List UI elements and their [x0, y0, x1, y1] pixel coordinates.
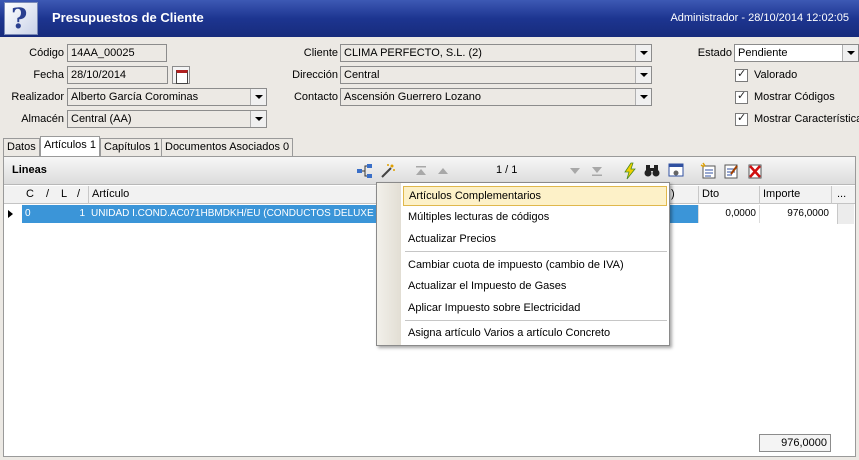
col-articulo[interactable]: Artículo: [92, 188, 129, 200]
window-settings-icon[interactable]: [667, 162, 685, 180]
estado-select[interactable]: Pendiente: [734, 44, 859, 62]
contacto-select[interactable]: Ascensión Guerrero Lozano: [340, 88, 652, 106]
menu-item-impuesto-gases[interactable]: Actualizar el Impuesto de Gases: [403, 276, 667, 296]
first-page-icon[interactable]: [412, 162, 430, 180]
magic-wand-icon[interactable]: [379, 162, 397, 180]
tree-structure-icon[interactable]: [356, 162, 374, 180]
page-indicator: 1 / 1: [496, 164, 518, 176]
row-c[interactable]: 0: [22, 205, 60, 223]
col-l[interactable]: L: [61, 188, 67, 200]
realizador-label: Realizador: [11, 91, 64, 103]
grid-scrollbar[interactable]: [837, 204, 854, 224]
chevron-down-icon[interactable]: [635, 45, 651, 61]
almacen-value: Central (AA): [71, 113, 132, 125]
mostrar-codigos-label: Mostrar Códigos: [754, 91, 835, 103]
direccion-select[interactable]: Central: [340, 66, 652, 84]
title-bar: ? Presupuestos de Cliente Administrador …: [0, 0, 859, 37]
almacen-select[interactable]: Central (AA): [67, 110, 267, 128]
chevron-down-icon[interactable]: [250, 89, 266, 105]
fecha-field[interactable]: 28/10/2014: [67, 66, 168, 84]
realizador-value: Alberto García Corominas: [71, 91, 199, 103]
chevron-down-icon[interactable]: [635, 67, 651, 83]
row-importe[interactable]: 976,0000: [759, 205, 832, 223]
mostrar-codigos-checkbox[interactable]: [735, 89, 748, 104]
col-dto[interactable]: Dto: [702, 188, 719, 200]
tab-capitulos[interactable]: Capítulos 1: [100, 138, 164, 156]
window-title: Presupuestos de Cliente: [52, 10, 204, 25]
mostrar-caracteristicas-label: Mostrar Características: [754, 113, 859, 125]
codigo-label: Código: [29, 47, 64, 59]
cliente-label: Cliente: [303, 47, 338, 59]
tab-articulos[interactable]: Artículos 1: [40, 136, 100, 156]
codigo-field[interactable]: 14AA_00025: [67, 44, 167, 62]
chevron-down-icon[interactable]: [635, 89, 651, 105]
calendar-icon[interactable]: [172, 66, 190, 84]
lines-title: Lineas: [12, 164, 47, 176]
tab-documentos-asociados[interactable]: Documentos Asociados 0: [161, 138, 294, 156]
col-importe[interactable]: Importe: [763, 188, 800, 200]
help-question-icon: ?: [4, 2, 38, 35]
contacto-value: Ascensión Guerrero Lozano: [344, 91, 481, 103]
delete-line-icon[interactable]: [746, 162, 764, 180]
cliente-select[interactable]: CLIMA PERFECTO, S.L. (2): [340, 44, 652, 62]
realizador-select[interactable]: Alberto García Corominas: [67, 88, 267, 106]
estado-label: Estado: [697, 47, 732, 59]
row-indicator-icon: [8, 210, 13, 218]
menu-item-actualizar-precios[interactable]: Actualizar Precios: [403, 229, 667, 249]
direccion-label: Dirección: [292, 69, 338, 81]
menu-item-asigna-articulo-varios[interactable]: Asigna artículo Varios a artículo Concre…: [403, 323, 667, 343]
contacto-label: Contacto: [293, 91, 338, 103]
row-dto[interactable]: 0,0000: [698, 205, 759, 223]
col-c-sort: /: [46, 188, 50, 200]
total-importe: 976,0000: [759, 434, 831, 452]
last-page-icon[interactable]: [588, 162, 606, 180]
almacen-label: Almacén: [21, 113, 64, 125]
menu-item-articulos-complementarios[interactable]: Artículos Complementarios: [403, 186, 667, 206]
user-date-status: Administrador - 28/10/2014 12:02:05: [670, 12, 849, 24]
fecha-label: Fecha: [33, 69, 64, 81]
lines-toolbar: Lineas 1 / 1: [4, 157, 855, 185]
estado-value: Pendiente: [738, 47, 788, 59]
new-line-icon[interactable]: [700, 162, 718, 180]
direccion-value: Central: [344, 69, 380, 81]
valorado-checkbox[interactable]: [735, 67, 748, 82]
cliente-value: CLIMA PERFECTO, S.L. (2): [344, 47, 482, 59]
row-hidden-cell: [676, 205, 698, 223]
menu-separator: [405, 320, 667, 321]
menu-separator: [405, 251, 667, 252]
col-hidden-paren: ): [671, 188, 675, 200]
previous-page-icon[interactable]: [434, 162, 452, 180]
binoculars-icon[interactable]: [643, 162, 661, 180]
menu-item-multiples-lecturas[interactable]: Múltiples lecturas de códigos: [403, 207, 667, 227]
mostrar-caracteristicas-checkbox[interactable]: [735, 111, 748, 126]
next-page-icon[interactable]: [566, 162, 584, 180]
valorado-label: Valorado: [754, 69, 798, 81]
col-c[interactable]: C: [26, 188, 34, 200]
menu-item-impuesto-electricidad[interactable]: Aplicar Impuesto sobre Electricidad: [403, 298, 667, 318]
menu-icon-strip: [377, 183, 401, 345]
col-more[interactable]: ...: [837, 188, 846, 200]
row-l[interactable]: 1: [60, 205, 88, 223]
chevron-down-icon[interactable]: [250, 111, 266, 127]
tab-datos[interactable]: Datos: [3, 138, 40, 156]
context-menu: Artículos Complementarios Múltiples lect…: [376, 182, 670, 346]
chevron-down-icon[interactable]: [842, 45, 858, 61]
menu-item-cambiar-cuota-impuesto[interactable]: Cambiar cuota de impuesto (cambio de IVA…: [403, 255, 667, 275]
lightning-icon[interactable]: [621, 162, 639, 180]
edit-line-icon[interactable]: [722, 162, 740, 180]
col-l-sort: /: [77, 188, 81, 200]
